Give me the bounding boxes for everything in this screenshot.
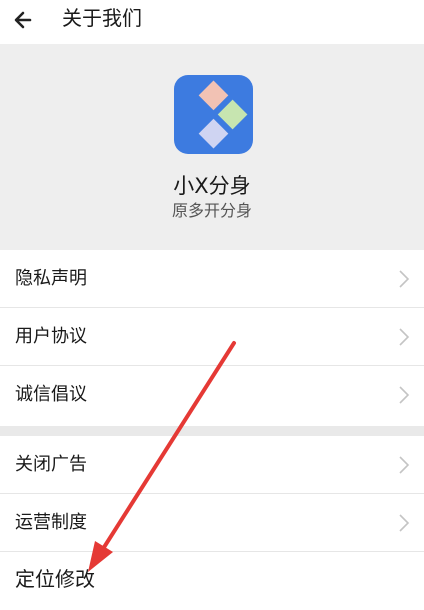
menu-item-label: 关闭广告: [15, 454, 87, 475]
section-divider: [0, 426, 424, 436]
header-bar: 关于我们: [0, 0, 424, 44]
chevron-right-icon: [398, 327, 410, 347]
menu-item-operation-rules[interactable]: 运营制度: [0, 494, 424, 552]
app-subtitle: 原多开分身: [171, 201, 252, 220]
menu-item-label: 运营制度: [15, 512, 87, 533]
menu-item-user-agreement[interactable]: 用户协议: [0, 308, 424, 366]
app-logo-icon: [174, 75, 253, 154]
menu-item-label: 诚信倡议: [15, 384, 87, 405]
arrow-left-icon: [14, 11, 32, 29]
menu-item-label: 用户协议: [15, 326, 87, 347]
menu-group-2: 关闭广告 运营制度 定位修改: [0, 436, 424, 606]
chevron-right-icon: [398, 513, 410, 533]
page-title: 关于我们: [62, 6, 142, 30]
app-name: 小X分身: [173, 174, 251, 198]
menu-item-integrity[interactable]: 诚信倡议: [0, 366, 424, 424]
chevron-right-icon: [398, 269, 410, 289]
back-button[interactable]: [10, 4, 42, 36]
menu-group-1: 隐私声明 用户协议 诚信倡议: [0, 250, 424, 426]
menu-item-label: 定位修改: [15, 567, 95, 591]
menu-item-location-modify[interactable]: 定位修改: [0, 552, 424, 610]
menu-item-privacy[interactable]: 隐私声明: [0, 250, 424, 308]
chevron-right-icon: [398, 455, 410, 475]
chevron-right-icon: [398, 385, 410, 405]
app-info-section: 小X分身 原多开分身: [0, 44, 424, 250]
menu-item-label: 隐私声明: [15, 268, 87, 289]
menu-item-close-ads[interactable]: 关闭广告: [0, 436, 424, 494]
